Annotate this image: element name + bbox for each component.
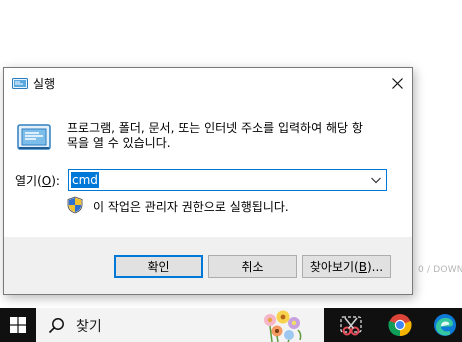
background-partial-text: 0 / DOWNL [418,265,462,275]
snipping-tool-icon [340,316,362,336]
open-combobox[interactable]: cmd [68,169,387,191]
admin-note: 이 작업은 관리자 권한으로 실행됩니다. [93,200,289,214]
search-icon [48,318,64,334]
windows-logo-icon [10,317,26,333]
taskbar-app-snipping-tool[interactable] [330,308,372,342]
open-label: 열기(O): [15,174,60,188]
cancel-button[interactable]: 취소 [208,255,297,278]
dialog-titlebar: 실행 [4,68,412,98]
dialog-description: 프로그램, 폴더, 문서, 또는 인터넷 주소를 입력하여 해당 항 목을 열 … [67,121,363,150]
chevron-down-icon[interactable] [370,175,382,185]
close-button[interactable] [382,68,412,98]
taskbar-app-chrome[interactable] [379,308,421,342]
taskbar-search-box[interactable]: 찾기 [36,308,324,342]
chrome-icon [388,314,412,337]
run-app-icon [12,78,28,89]
dialog-footer: 확인 취소 찾아보기(B)... [4,237,412,294]
taskbar: 찾기 [0,308,462,342]
run-dialog: 실행 프로그램, 폴더, 문서, 또는 인터넷 주소를 입력하여 해당 항 목을… [3,67,413,295]
start-button[interactable] [0,308,36,342]
uac-shield-icon [67,196,83,214]
browse-button[interactable]: 찾아보기(B)... [302,255,391,278]
run-program-icon [17,124,51,150]
ok-button[interactable]: 확인 [114,255,203,278]
search-placeholder: 찾기 [76,319,102,335]
search-highlight-flowers-icon [264,310,302,342]
dialog-title: 실행 [33,77,56,91]
taskbar-app-edge[interactable] [424,308,462,342]
close-icon [391,77,403,89]
open-input[interactable]: cmd [71,172,99,188]
edge-icon [434,314,456,336]
